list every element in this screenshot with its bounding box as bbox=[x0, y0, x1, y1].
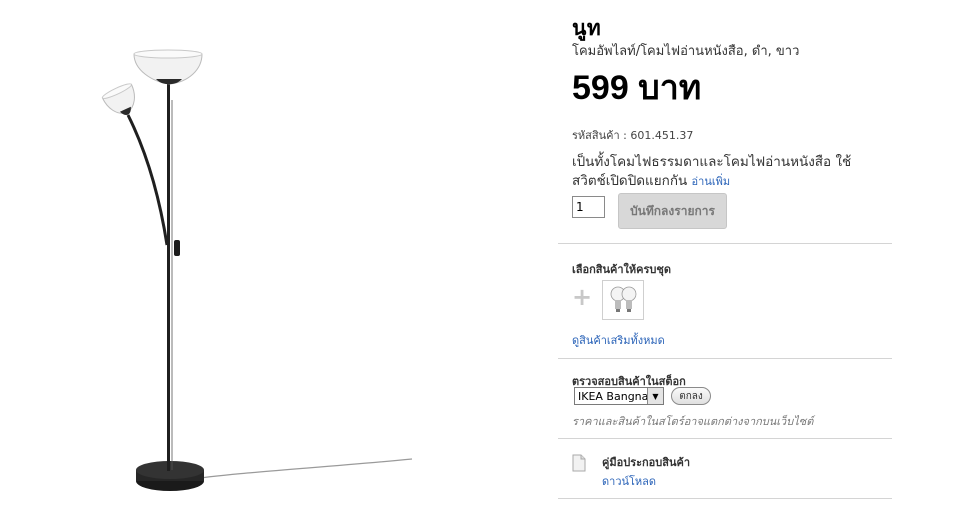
product-subtitle: โคมอัพไลท์/โคมไฟอ่านหนังสือ, ดำ, ขาว bbox=[572, 44, 800, 59]
document-icon bbox=[572, 454, 586, 472]
product-price: 599 บาท bbox=[572, 69, 702, 107]
divider bbox=[558, 498, 892, 499]
quantity-input[interactable] bbox=[572, 196, 605, 218]
product-sku: รหัสสินค้า : 601.451.37 bbox=[572, 129, 694, 142]
stock-disclaimer: ราคาและสินค้าในสโตร์อาจแตกต่างจากบนเว็บไ… bbox=[572, 415, 814, 428]
assembly-manual-heading: คู่มือประกอบสินค้า bbox=[602, 456, 691, 469]
product-description: เป็นทั้งโคมไฟธรรมดาและโคมไฟอ่านหนังสือ ใ… bbox=[572, 153, 872, 191]
divider bbox=[558, 358, 892, 359]
divider bbox=[558, 243, 892, 244]
download-manual-link[interactable]: ดาวน์โหลด bbox=[602, 472, 656, 490]
chevron-down-icon[interactable]: ▼ bbox=[647, 388, 663, 404]
light-bulb-icon bbox=[610, 286, 637, 312]
product-image bbox=[101, 49, 413, 491]
check-stock-ok-button[interactable]: ตกลง bbox=[671, 387, 711, 405]
complete-set-heading: เลือกสินค้าให้ครบชุด bbox=[572, 263, 672, 276]
view-all-accessories-link[interactable]: ดูสินค้าเสริมทั้งหมด bbox=[572, 331, 665, 349]
add-to-list-button[interactable]: บันทึกลงรายการ bbox=[618, 193, 727, 229]
divider bbox=[558, 438, 892, 439]
plus-icon: + bbox=[572, 283, 593, 311]
store-select[interactable]: IKEA Bangna ▼ bbox=[574, 387, 664, 405]
read-more-link[interactable]: อ่านเพิ่ม bbox=[692, 175, 731, 188]
led-bulb-thumbnail[interactable] bbox=[602, 280, 644, 320]
store-select-value: IKEA Bangna bbox=[578, 389, 647, 403]
